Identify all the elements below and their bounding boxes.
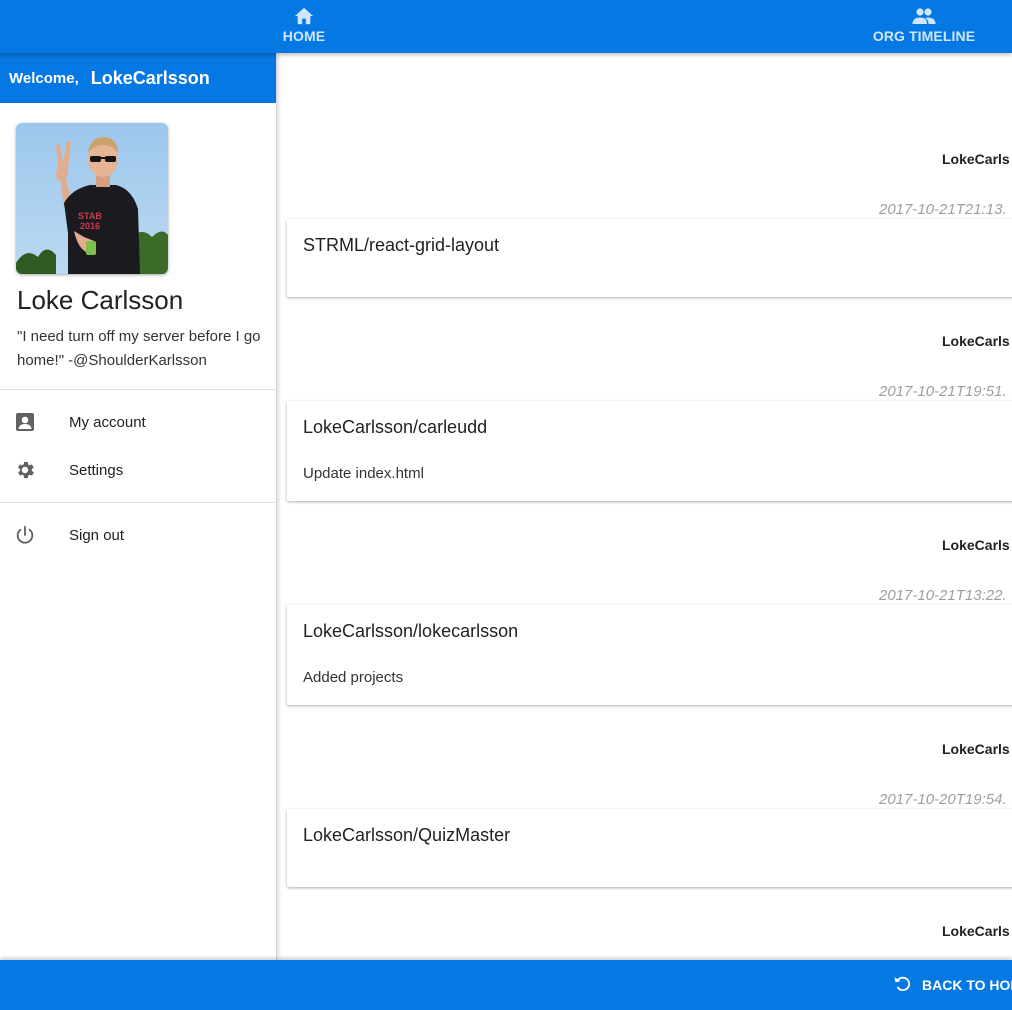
feed-item-user: LokeCarls [942, 537, 1010, 553]
card-repo-name: LokeCarlsson/lokecarlsson [303, 621, 519, 641]
profile-quote: "I need turn off my server before I go h… [17, 328, 261, 369]
svg-text:STAB: STAB [78, 211, 102, 221]
menu-item-settings[interactable]: Settings [0, 450, 277, 490]
menu-item-label: Sign out [69, 526, 125, 544]
feed-item-timestamp: 2017-10-20T19:54. [879, 791, 1007, 808]
feed-item-timestamp: 2017-10-21T21:13. [879, 201, 1007, 218]
bottom-bar: BACK TO HOM [0, 960, 1012, 1010]
menu-item-label: Settings [69, 461, 124, 479]
event-card[interactable]: LokeCarlsson/carleudd Update index.html [287, 401, 1012, 501]
tab-org-timeline-label: ORG TIMELINE [872, 28, 976, 44]
card-repo-name: LokeCarlsson/QuizMaster [303, 825, 511, 845]
feed-item-user: LokeCarls [942, 333, 1010, 349]
menu-item-label: My account [69, 413, 146, 431]
people-icon [912, 6, 936, 26]
avatar: STAB 2016 [16, 123, 168, 274]
card-commit-message: Added projects [303, 669, 404, 686]
feed-item-timestamp: 2017-10-21T13:22. [879, 587, 1007, 604]
tab-home[interactable]: HOME [254, 0, 354, 53]
home-icon [293, 6, 315, 26]
sidebar: Welcome, LokeCarlsson STAB 2016 Loke Car… [0, 53, 277, 960]
account-box-icon [14, 411, 36, 433]
svg-text:2016: 2016 [80, 221, 100, 231]
back-to-home-button[interactable]: BACK TO HOM [892, 960, 1012, 1010]
event-card[interactable]: LokeCarlsson/QuizMaster [287, 809, 1012, 887]
event-card[interactable]: STRML/react-grid-layout [287, 219, 1012, 297]
divider [0, 502, 277, 503]
event-card[interactable]: LokeCarlsson/lokecarlsson Added projects [287, 605, 1012, 705]
divider [0, 389, 277, 390]
power-icon [14, 524, 36, 546]
top-navigation: HOME ORG TIMELINE [0, 0, 1012, 53]
welcome-header: Welcome, LokeCarlsson [0, 53, 276, 103]
welcome-username: LokeCarlsson [90, 67, 210, 88]
card-commit-message: Update index.html [303, 465, 424, 482]
feed-item-user: LokeCarls [942, 923, 1010, 939]
tab-home-label: HOME [282, 28, 326, 44]
menu-item-my-account[interactable]: My account [0, 402, 277, 442]
gear-icon [14, 459, 36, 481]
card-repo-name: LokeCarlsson/carleudd [303, 417, 488, 437]
card-repo-name: STRML/react-grid-layout [303, 235, 500, 255]
menu-item-sign-out[interactable]: Sign out [0, 515, 277, 555]
back-to-home-label: BACK TO HOM [922, 977, 1012, 993]
profile-name: Loke Carlsson [17, 285, 184, 315]
undo-icon [892, 973, 912, 998]
welcome-label: Welcome, [9, 69, 79, 87]
activity-feed: LokeCarls 2017-10-21T21:13. STRML/react-… [278, 53, 1012, 960]
feed-item-user: LokeCarls [942, 151, 1010, 167]
feed-item-timestamp: 2017-10-21T19:51. [879, 383, 1007, 400]
tab-org-timeline[interactable]: ORG TIMELINE [864, 0, 984, 53]
feed-item-user: LokeCarls [942, 741, 1010, 757]
